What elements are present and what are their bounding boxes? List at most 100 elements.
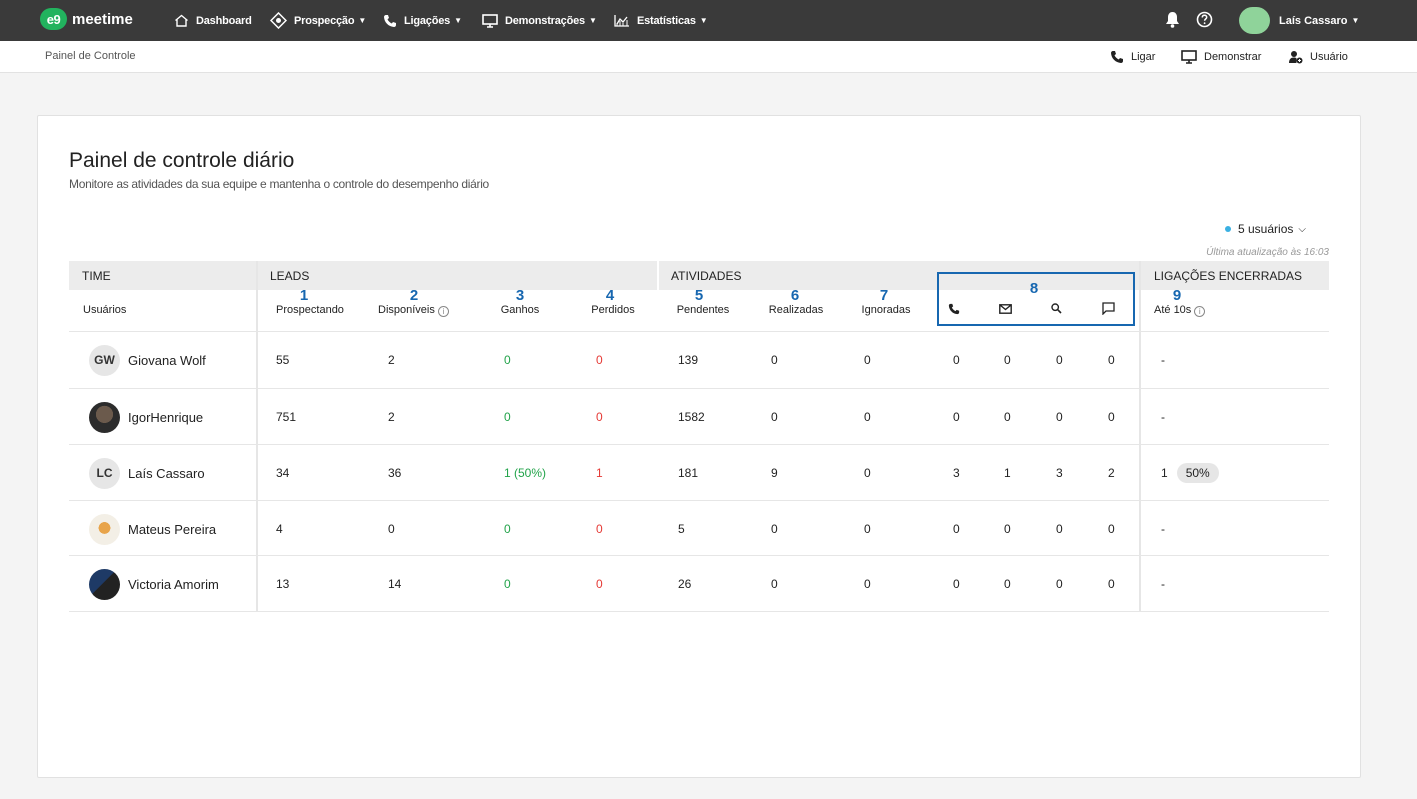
demonstrar-button[interactable]: Demonstrar [1181, 41, 1261, 72]
nav-ligacoes-label: Ligações [404, 14, 451, 27]
table-row: LC Laís Cassaro 34 36 1 (50%) 1 181 9 0 3 1 3 2 1 50% [69, 444, 1329, 500]
header-realizadas: Realizadas [768, 304, 824, 316]
usuario-label: Usuário [1310, 50, 1348, 63]
chevron-down-icon: ▼ [358, 16, 367, 25]
cell-call: 0 [953, 577, 960, 591]
cell-pendentes: 181 [678, 466, 699, 480]
user-cell[interactable]: GW Giovana Wolf [89, 332, 206, 388]
user-cell[interactable]: LC Laís Cassaro [89, 445, 205, 501]
phone-icon [384, 14, 396, 27]
help-icon[interactable] [1196, 11, 1213, 28]
avatar: LC [89, 457, 120, 489]
user-name: IgorHenrique [128, 409, 204, 425]
info-icon[interactable]: i [437, 306, 449, 317]
nav-ligacoes[interactable]: Ligações ▼ [383, 0, 462, 41]
cell-ate10s: - [1161, 389, 1165, 445]
cell-ignoradas: 0 [864, 410, 871, 424]
user-name: Victoria Amorim [128, 576, 219, 592]
cell-ignoradas: 0 [864, 353, 871, 367]
cell-disponiveis: 0 [388, 522, 395, 536]
group-header-leads: LEADS [257, 261, 658, 290]
cell-realizadas: 0 [771, 353, 778, 367]
avatar [89, 401, 120, 433]
chat-icon [1102, 302, 1115, 315]
cell-prospectando: 4 [276, 522, 283, 536]
header-disponiveis: Disponíveis i [378, 304, 468, 317]
cell-chat: 0 [1108, 410, 1115, 424]
avatar: GW [89, 344, 120, 376]
group-header-ligacoes: LIGAÇÕES ENCERRADAS [1140, 261, 1329, 290]
cell-disponiveis: 2 [388, 353, 395, 367]
cell-prospectando: 13 [276, 577, 290, 591]
user-avatar[interactable] [1239, 7, 1270, 34]
user-cell[interactable]: Victoria Amorim [89, 556, 219, 612]
nav-demonstracoes[interactable]: Demonstrações ▼ [482, 0, 597, 41]
marker-8: 8 [1029, 280, 1039, 297]
cell-chat: 0 [1108, 353, 1115, 367]
usuario-button[interactable]: Usuário [1289, 41, 1348, 72]
cell-disponiveis: 2 [388, 410, 395, 424]
nav-prospeccao-label: Prospecção [294, 14, 355, 27]
nav-estatisticas[interactable]: Estatísticas ▼ [614, 0, 708, 41]
target-icon [270, 12, 287, 29]
user-menu[interactable]: Laís Cassaro ▼ [1279, 0, 1359, 41]
user-cell[interactable]: Mateus Pereira [89, 501, 216, 557]
info-icon[interactable]: i [1194, 306, 1206, 317]
cell-prospectando: 55 [276, 353, 290, 367]
last-update-text: Última atualização às 16:03 [1206, 247, 1329, 258]
cell-search: 0 [1056, 353, 1063, 367]
meetime-logo[interactable]: e9 meetime [40, 8, 133, 30]
header-ignoradas: Ignoradas [861, 304, 911, 316]
user-menu-name: Laís Cassaro [1279, 14, 1348, 27]
column-divider [657, 261, 659, 290]
marker-2: 2 [409, 287, 419, 304]
header-perdidos: Perdidos [591, 304, 635, 316]
cell-ganhos: 1 (50%) [504, 466, 547, 480]
ate10s-value: - [1161, 353, 1165, 367]
user-name: Mateus Pereira [128, 521, 217, 537]
header-ate10s-label: Até 10s [1154, 304, 1192, 316]
cell-disponiveis: 14 [388, 577, 402, 591]
monitor-icon [1181, 49, 1197, 64]
nav-demonstracoes-label: Demonstrações [505, 14, 585, 27]
cell-call: 0 [953, 410, 960, 424]
cell-ganhos: 0 [504, 577, 511, 591]
avatar [89, 513, 120, 545]
cell-realizadas: 0 [771, 410, 778, 424]
cell-chat: 2 [1108, 466, 1115, 480]
marker-9: 9 [1172, 287, 1182, 304]
marker-5: 5 [694, 287, 704, 304]
add-user-icon [1289, 50, 1303, 63]
cell-perdidos: 0 [596, 577, 603, 591]
bell-icon[interactable] [1165, 11, 1180, 28]
ligar-button[interactable]: Ligar [1110, 41, 1155, 72]
cell-perdidos: 0 [596, 410, 603, 424]
group-header-time: TIME [69, 261, 257, 290]
table-row: IgorHenrique 751 2 0 0 1582 0 0 0 0 0 0 - [69, 388, 1329, 444]
marker-7: 7 [879, 287, 889, 304]
cell-pendentes: 26 [678, 577, 692, 591]
home-icon [175, 14, 188, 27]
nav-dashboard[interactable]: Dashboard [174, 0, 252, 41]
user-name: Laís Cassaro [128, 465, 205, 481]
cell-ate10s: - [1161, 556, 1165, 612]
user-cell[interactable]: IgorHenrique [89, 389, 203, 445]
cell-realizadas: 0 [771, 522, 778, 536]
email-icon [999, 304, 1012, 314]
page-title: Painel de controle diário [69, 149, 295, 172]
nav-prospeccao[interactable]: Prospecção ▼ [270, 0, 366, 41]
chevron-down-icon: ▼ [699, 16, 708, 25]
sub-header: Painel de Controle Ligar Demonstrar Usuá… [0, 41, 1417, 73]
cell-perdidos: 0 [596, 353, 603, 367]
users-filter-dropdown[interactable]: 5 usuários ⌵ [1225, 222, 1306, 236]
cell-ganhos: 0 [504, 353, 511, 367]
percent-badge: 50% [1176, 463, 1219, 483]
header-ate10s: Até 10s i [1154, 304, 1206, 317]
chevron-down-icon: ⌵ [1298, 223, 1306, 235]
cell-pendentes: 5 [678, 522, 685, 536]
header-ganhos: Ganhos [500, 304, 540, 316]
cell-chat: 0 [1108, 577, 1115, 591]
header-pendentes: Pendentes [676, 304, 730, 316]
row-divider [69, 611, 1329, 612]
breadcrumb[interactable]: Painel de Controle [45, 50, 136, 62]
